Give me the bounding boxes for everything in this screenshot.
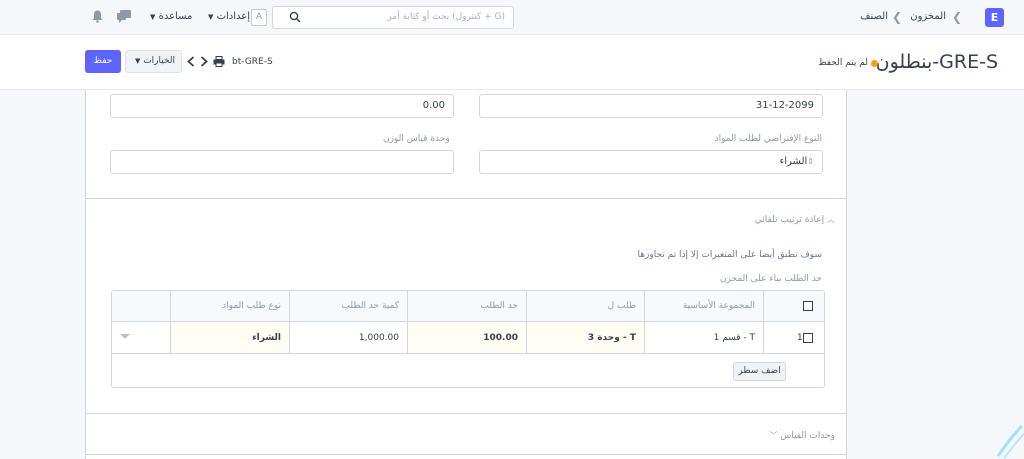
variant-note: سوف تطبق أيضا على المتغيرات إلا إذا تم ت… <box>637 250 822 260</box>
breadcrumb-stock[interactable]: المخزون <box>910 11 946 22</box>
print-icon[interactable] <box>213 56 225 70</box>
column-header-warehouse: طلب ل <box>526 291 644 321</box>
row-index: 1 <box>797 333 803 343</box>
caret-down-icon: ▼ <box>208 13 214 21</box>
cell-group[interactable]: قسم 1 - T <box>644 322 763 353</box>
settings-menu[interactable]: ▼ إعدادات <box>205 11 250 22</box>
default-request-type-label: النوع الإفتراضي لطلب المواد <box>714 134 822 144</box>
auto-reorder-section-toggle[interactable]: إعادة ترتيب تلقائي ︿ <box>755 214 835 225</box>
caret-down-icon: ▼ <box>134 57 141 65</box>
top-navbar: E ❮ المخزون ❮ الصنف بحث أو كتابة أمر (كن… <box>0 0 1024 35</box>
search-icon <box>289 11 301 26</box>
watermark-logo-icon <box>996 424 1024 459</box>
default-request-type-select[interactable]: الشراء⇕ <box>479 150 823 174</box>
row-index-cell: 1 <box>763 322 824 353</box>
chat-icon[interactable] <box>117 10 131 26</box>
table-header: المجموعة الأساسية طلب ل حد الطلب كمية حد… <box>112 291 824 322</box>
chevron-left-icon: ❮ <box>951 10 962 24</box>
chevron-down-icon: ﹀ <box>769 431 778 440</box>
document-name: bt-GRE-S <box>232 57 273 67</box>
help-menu[interactable]: ▼ مساعدة <box>147 11 192 22</box>
select-all-cell <box>763 291 824 321</box>
column-header-reorder-qty: كمية حد الطلب <box>289 291 407 321</box>
row-expand-caret-icon[interactable] <box>120 334 130 339</box>
weight-uom-field[interactable] <box>110 150 454 174</box>
options-label: الخيارات <box>143 56 176 66</box>
column-header-spacer <box>112 291 170 321</box>
auto-reorder-title: إعادة ترتيب تلقائي <box>754 215 825 225</box>
row-checkbox[interactable] <box>803 333 813 343</box>
help-label: مساعدة <box>158 11 193 22</box>
search-placeholder: بحث أو كتابة أمر (كنترول + G) <box>387 12 505 22</box>
section-divider <box>86 454 846 455</box>
weight-per-unit-field[interactable]: 0.00 <box>110 94 454 118</box>
weight-uom-label: وحدة قياس الوزن <box>383 134 450 144</box>
section-divider <box>86 198 846 199</box>
caret-down-icon: ▼ <box>150 13 156 21</box>
column-header-request-type: نوع طلب المواد <box>170 291 289 321</box>
cell-request-type[interactable]: الشراء <box>170 322 289 353</box>
avatar[interactable]: A <box>251 9 267 26</box>
uom-section-toggle[interactable]: ﹀ وحدات القياس <box>769 430 835 441</box>
add-row-button[interactable]: اضف سطر <box>733 362 786 381</box>
settings-label: إعدادات <box>216 11 250 22</box>
cell-reorder-level[interactable]: 100.00 <box>407 322 526 353</box>
next-doc-icon[interactable] <box>200 56 208 70</box>
reorder-table: المجموعة الأساسية طلب ل حد الطلب كمية حد… <box>111 290 825 388</box>
bell-icon[interactable] <box>92 10 103 26</box>
row-actions-cell <box>112 322 170 353</box>
reorder-grid-label: حد الطلب بناء على المخزن <box>719 274 822 284</box>
unsaved-status: لم يتم الحفظ <box>818 58 868 68</box>
default-request-type-value: الشراء <box>779 156 808 167</box>
cell-reorder-qty[interactable]: 1,000.00 <box>289 322 407 353</box>
column-header-group: المجموعة الأساسية <box>644 291 763 321</box>
search-input[interactable]: بحث أو كتابة أمر (كنترول + G) <box>272 6 514 29</box>
prev-doc-icon[interactable] <box>187 56 195 70</box>
uom-section-title: وحدات القياس <box>780 431 835 441</box>
save-button[interactable]: حفظ <box>85 50 121 73</box>
form-card: 31-12-2099 0.00 النوع الإفتراضي لطلب الم… <box>85 90 847 459</box>
chevron-left-icon: ❮ <box>891 10 902 24</box>
column-header-reorder-level: حد الطلب <box>407 291 526 321</box>
page-title: بنطلون-GRE-S <box>875 51 998 73</box>
cell-warehouse[interactable]: وحدة 3 - T <box>526 322 644 353</box>
select-arrows-icon: ⇕ <box>807 157 814 166</box>
options-button[interactable]: ▼ الخيارات <box>125 50 182 73</box>
page-head: بنطلون-GRE-S لم يتم الحفظ حفظ ▼ الخيارات… <box>0 35 1024 90</box>
table-row[interactable]: 1 قسم 1 - T وحدة 3 - T 100.00 1,000.00 ا… <box>112 322 824 354</box>
unsaved-indicator-dot <box>871 60 878 67</box>
end-of-life-field[interactable]: 31-12-2099 <box>479 94 823 118</box>
select-all-checkbox[interactable] <box>803 301 813 311</box>
section-divider <box>86 413 846 414</box>
chevron-up-icon: ︿ <box>827 215 835 224</box>
app-logo[interactable]: E <box>985 8 1004 27</box>
breadcrumb-item[interactable]: الصنف <box>860 11 888 22</box>
